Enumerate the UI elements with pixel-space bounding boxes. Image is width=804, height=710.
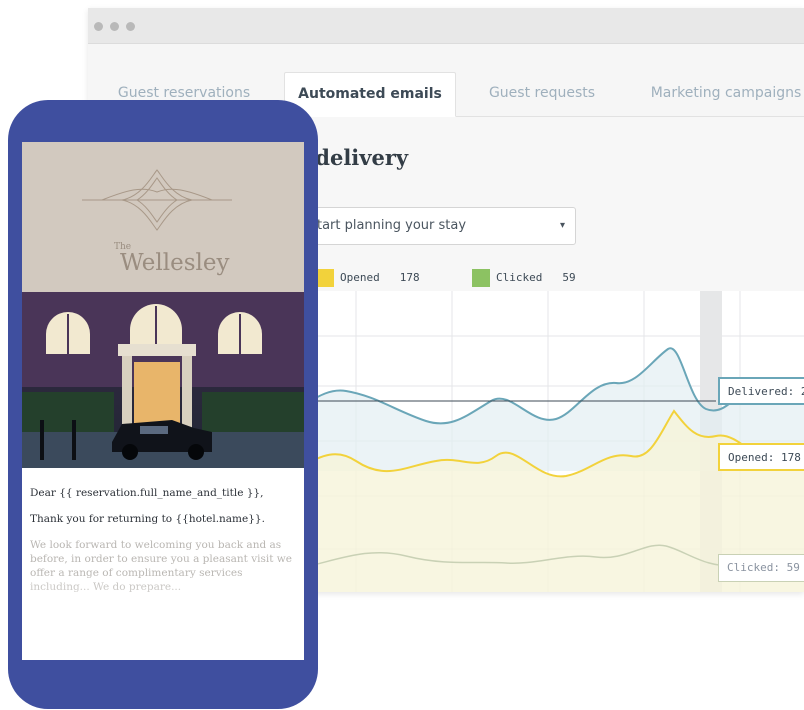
window-dot-icon[interactable]	[110, 22, 119, 31]
legend-count: 178	[399, 271, 420, 284]
clicked-callout: Clicked: 59	[718, 554, 804, 582]
tab-marketing-campaigns[interactable]: Marketing campaigns	[636, 72, 804, 117]
legend-label: Opened	[340, 271, 380, 284]
email-line-1: Thank you for returning to {{hotel.name}…	[30, 513, 265, 525]
phone-screen: The Wellesley Dear {{reservation.full_n…	[22, 142, 304, 660]
window-dot-icon[interactable]	[94, 22, 103, 31]
opened-callout: Opened: 178	[718, 443, 804, 471]
email-header: The Wellesley	[22, 142, 304, 292]
tab-automated-emails[interactable]: Automated emails	[284, 72, 456, 117]
text-fade	[22, 572, 304, 632]
window-dot-icon[interactable]	[126, 22, 135, 31]
browser-title-bar	[88, 8, 804, 44]
legend-item-opened[interactable]: Opened 178	[316, 269, 420, 287]
email-greeting: Dear {{ reservation.full_name_and_title …	[30, 487, 264, 499]
brand-name: Wellesley	[120, 250, 230, 276]
legend-label: Clicked	[496, 271, 543, 284]
hotel-logo-icon	[82, 169, 232, 231]
tab-guest-requests[interactable]: Guest requests	[468, 72, 616, 117]
delivered-callout: Delivered: 246	[718, 377, 804, 405]
opened-swatch	[316, 269, 334, 287]
hotel-photo	[22, 292, 304, 468]
legend-count: 59	[562, 271, 576, 284]
phone-mockup: The Wellesley Dear {{reservation.full_n…	[8, 100, 318, 709]
chevron-down-icon: ▾	[559, 220, 565, 231]
clicked-swatch	[472, 269, 490, 287]
legend-item-clicked[interactable]: Clicked 59	[472, 269, 576, 287]
